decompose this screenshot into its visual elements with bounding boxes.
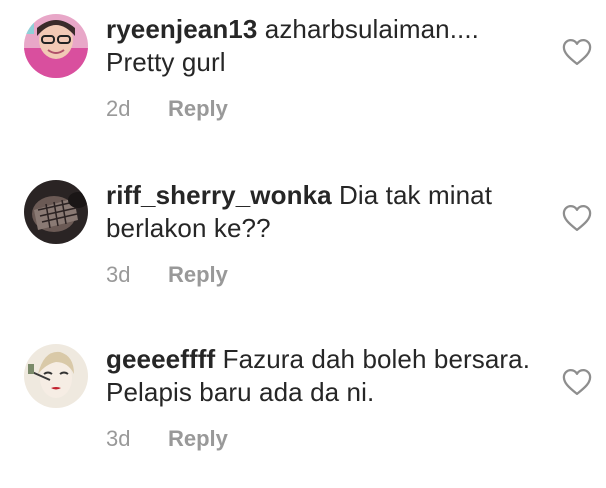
heart-outline-icon [562, 369, 592, 395]
reply-button[interactable]: Reply [168, 262, 228, 288]
like-button[interactable] [562, 38, 592, 66]
comment-timestamp[interactable]: 3d [106, 426, 168, 452]
comment-meta: 3d Reply [106, 426, 228, 452]
comment-body: geeeeffff Fazura dah boleh bersara. Pela… [106, 343, 546, 409]
comment-timestamp[interactable]: 3d [106, 262, 168, 288]
comment-username[interactable]: geeeeffff [106, 344, 215, 374]
heart-outline-icon [562, 205, 592, 231]
comment-body: riff_sherry_wonka Dia tak minat berlakon… [106, 179, 546, 245]
comment-username[interactable]: riff_sherry_wonka [106, 180, 332, 210]
comment-timestamp[interactable]: 2d [106, 96, 168, 122]
like-button[interactable] [562, 204, 592, 232]
comment-item: riff_sherry_wonka Dia tak minat berlakon… [0, 166, 606, 326]
avatar[interactable] [24, 344, 88, 408]
comment-item: geeeeffff Fazura dah boleh bersara. Pela… [0, 330, 606, 488]
profile-photo-icon [24, 344, 88, 408]
reply-button[interactable]: Reply [168, 426, 228, 452]
like-button[interactable] [562, 368, 592, 396]
heart-outline-icon [562, 39, 592, 65]
avatar[interactable] [24, 14, 88, 78]
comments-list: ryeenjean13 azharbsulaiman.... Pretty gu… [0, 0, 606, 488]
comment-username[interactable]: ryeenjean13 [106, 14, 257, 44]
profile-photo-icon [24, 180, 88, 244]
avatar[interactable] [24, 180, 88, 244]
comment-item: ryeenjean13 azharbsulaiman.... Pretty gu… [0, 0, 606, 160]
reply-button[interactable]: Reply [168, 96, 228, 122]
profile-photo-icon [24, 14, 88, 78]
comment-meta: 2d Reply [106, 96, 228, 122]
comment-meta: 3d Reply [106, 262, 228, 288]
comment-body: ryeenjean13 azharbsulaiman.... Pretty gu… [106, 13, 546, 79]
